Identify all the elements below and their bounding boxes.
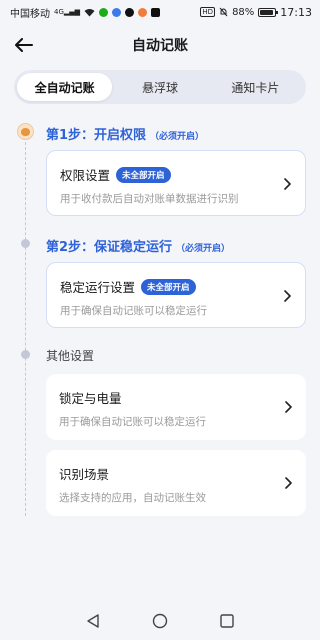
card-description: 选择支持的应用，自动记账生效	[59, 492, 206, 504]
chevron-right-icon	[283, 177, 291, 191]
stable-run-settings-card[interactable]: 稳定运行设置 未全部开启 用于确保自动记账可以稳定运行	[46, 262, 306, 328]
card-title-row: 稳定运行设置 未全部开启	[60, 277, 196, 296]
card-description: 用于收付款后自动对账单数据进行识别	[60, 193, 239, 205]
qq-icon	[125, 7, 135, 17]
card-title: 权限设置	[60, 168, 111, 183]
nav-home-button[interactable]	[150, 611, 170, 631]
page-title: 自动记账	[132, 38, 188, 54]
other-settings-label: 其他设置	[46, 349, 95, 363]
tiktok-icon	[151, 7, 161, 17]
card-description: 用于确保自动记账可以稳定运行	[59, 416, 206, 428]
back-button[interactable]	[10, 31, 38, 59]
card-title: 锁定与电量	[59, 391, 122, 406]
triangle-back-icon	[87, 614, 100, 628]
card-title: 识别场景	[59, 467, 110, 482]
card-title-row: 权限设置 未全部开启	[60, 165, 171, 184]
status-bar-right: HD 88% 17:13	[200, 6, 312, 19]
step-1-label: 第1步：开启权限	[46, 128, 147, 143]
mascot-icon	[17, 123, 34, 140]
step-1-note: （必须开启）	[150, 132, 205, 142]
status-bar-left: 中国移动 4G▂▄▆	[10, 5, 161, 20]
app-icon-blue	[112, 7, 122, 17]
card-title-row: 识别场景	[59, 464, 109, 483]
mute-bell-icon	[219, 7, 228, 17]
battery-percent: 88%	[232, 6, 255, 18]
signal-tag: 4G	[54, 8, 64, 16]
carrier-label: 中国移动	[10, 8, 50, 20]
tab-bar: 全自动记账 悬浮球 通知卡片	[14, 70, 306, 104]
chevron-right-icon	[284, 476, 292, 490]
recognition-scene-card[interactable]: 识别场景 选择支持的应用，自动记账生效	[46, 450, 306, 516]
step-2-label: 第2步：保证稳定运行	[46, 240, 173, 255]
step-1-title: 第1步：开启权限 （必须开启）	[46, 124, 204, 143]
chat-app-icon	[99, 7, 109, 17]
card-title-row: 锁定与电量	[59, 388, 122, 407]
step-2-note: （必须开启）	[176, 244, 231, 254]
status-badge: 未全部开启	[116, 166, 171, 183]
other-settings-title: 其他设置	[46, 347, 94, 364]
card-title: 稳定运行设置	[60, 280, 136, 295]
system-nav-bar	[0, 602, 320, 640]
step-2-title: 第2步：保证稳定运行 （必须开启）	[46, 236, 230, 255]
tab-floating-ball[interactable]: 悬浮球	[112, 73, 207, 101]
clock: 17:13	[280, 5, 312, 19]
status-bar: 中国移动 4G▂▄▆ HD 88% 17:13	[0, 0, 320, 24]
wifi-icon	[84, 8, 95, 17]
card-description: 用于确保自动记账可以稳定运行	[60, 305, 207, 317]
tab-full-auto[interactable]: 全自动记账	[17, 73, 113, 101]
timeline-line	[25, 142, 26, 516]
status-badge: 未全部开启	[141, 278, 196, 295]
circle-home-icon	[152, 613, 168, 629]
chevron-right-icon	[283, 289, 291, 303]
square-recents-icon	[219, 614, 234, 628]
other-settings-dot	[21, 350, 30, 359]
nav-recents-button[interactable]	[217, 611, 237, 631]
battery-icon	[258, 7, 279, 17]
step-2-dot	[21, 239, 30, 248]
permission-settings-card[interactable]: 权限设置 未全部开启 用于收付款后自动对账单数据进行识别	[46, 150, 306, 216]
arrow-left-icon	[15, 38, 33, 52]
app-header: 自动记账	[0, 26, 320, 64]
tab-notification-card[interactable]: 通知卡片	[208, 73, 303, 101]
signal-icon: 4G▂▄▆	[54, 8, 81, 16]
lock-battery-card[interactable]: 锁定与电量 用于确保自动记账可以稳定运行	[46, 374, 306, 440]
chevron-right-icon	[284, 400, 292, 414]
hd-icon: HD	[200, 7, 216, 17]
nav-back-button[interactable]	[83, 611, 103, 631]
app-icon-orange	[138, 7, 148, 17]
